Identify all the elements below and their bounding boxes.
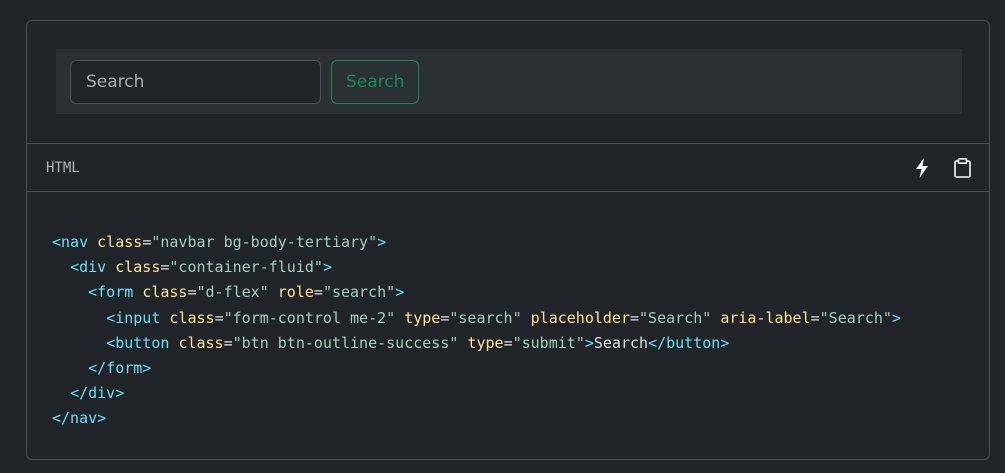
- code-attribute: type: [404, 308, 441, 327]
- clipboard-icon[interactable]: [953, 157, 971, 179]
- lightning-icon[interactable]: [913, 157, 931, 179]
- code-tag: <div: [70, 258, 107, 277]
- code-tag: </button>: [648, 333, 730, 352]
- code-line: <button class="btn btn-outline-success" …: [52, 331, 989, 356]
- code-string: "search": [449, 308, 522, 327]
- code-tag: >: [377, 233, 387, 251]
- code-string: "submit": [512, 333, 585, 352]
- code-string: "form-control me-2": [223, 308, 396, 327]
- code-attribute: class: [115, 258, 161, 277]
- code-line: </div>: [52, 381, 989, 406]
- code-tag: <button: [106, 333, 170, 352]
- code-tag: >: [891, 308, 901, 327]
- code-text: =: [187, 283, 197, 302]
- code-header: HTML: [27, 144, 989, 192]
- code-line: <form class="d-flex" role="search">: [52, 280, 989, 305]
- code-tag: </nav>: [52, 409, 107, 428]
- code-line: </nav>: [52, 406, 989, 431]
- code-string: "navbar bg-body-tertiary": [151, 233, 378, 251]
- code-attribute: class: [97, 233, 143, 251]
- example-preview: Search: [27, 21, 989, 144]
- code-string: "Search": [819, 308, 892, 327]
- code-line: <nav class="navbar bg-body-tertiary">: [52, 230, 989, 255]
- code-text: =: [630, 308, 640, 327]
- code-attribute: placeholder: [530, 308, 630, 327]
- code-string: "container-fluid": [169, 258, 323, 277]
- code-text: =: [223, 333, 233, 352]
- code-text: =: [503, 333, 513, 352]
- code-text: =: [142, 233, 152, 251]
- code-string: "Search": [639, 308, 712, 327]
- code-tag: <input: [106, 308, 161, 327]
- code-tag: </div>: [70, 384, 125, 403]
- code-attribute: class: [142, 283, 188, 302]
- code-string: "d-flex": [196, 283, 269, 302]
- search-input[interactable]: [70, 59, 321, 104]
- code-attribute: class: [169, 308, 215, 327]
- code-block: <nav class="navbar bg-body-tertiary"> <d…: [27, 192, 989, 432]
- code-tag: <nav: [52, 233, 89, 251]
- search-button[interactable]: Search: [331, 59, 420, 104]
- code-string: "search": [322, 283, 396, 302]
- code-line: <div class="container-fluid">: [52, 255, 989, 280]
- code-tag: >: [395, 283, 405, 302]
- code-tag: >: [584, 333, 594, 352]
- code-attribute: type: [467, 333, 504, 352]
- code-attribute: class: [178, 333, 224, 352]
- code-text: =: [810, 308, 820, 327]
- code-line: </form>: [52, 356, 989, 381]
- code-attribute: role: [277, 283, 314, 302]
- code-tag: <form: [88, 283, 134, 302]
- code-text: =: [214, 308, 224, 327]
- code-actions: [913, 157, 971, 179]
- preview-navbar: Search: [56, 49, 962, 114]
- code-attribute: aria-label: [720, 308, 811, 327]
- code-tag: >: [322, 258, 332, 277]
- example-card: Search HTML <nav class="navbar bg-body-t…: [26, 20, 990, 460]
- code-text: =: [313, 283, 323, 302]
- code-string: "btn btn-outline-success": [232, 333, 459, 352]
- language-label: HTML: [46, 159, 80, 176]
- code-line: <input class="form-control me-2" type="s…: [52, 306, 989, 331]
- code-text: Search: [593, 333, 649, 352]
- code-tag: </form>: [88, 358, 152, 377]
